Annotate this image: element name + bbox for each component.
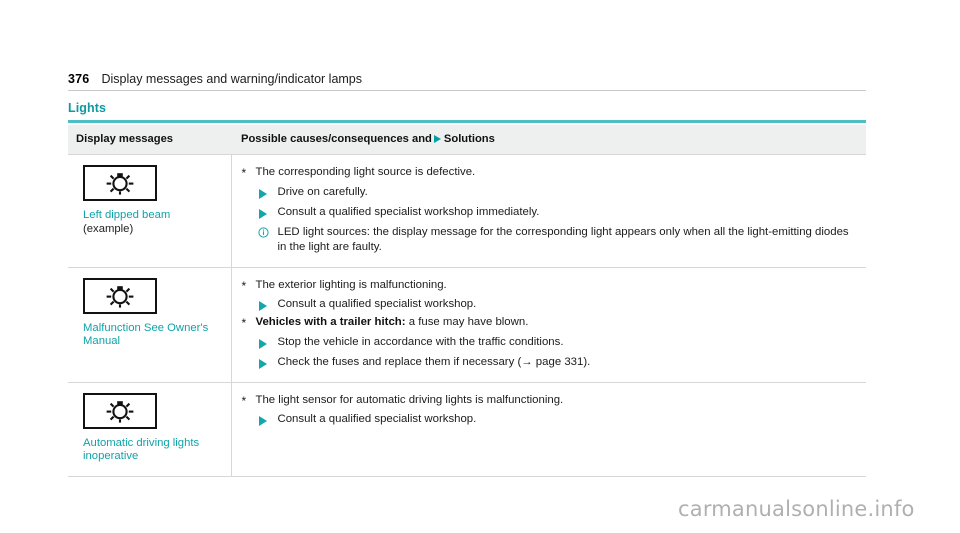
- message-label: Automatic driving lights inoperative: [83, 437, 223, 464]
- solution-step-text: Drive on carefully.: [277, 185, 368, 198]
- solution-step: Check the fuses and replace them if nece…: [256, 354, 857, 371]
- cause-text: a fuse may have blown.: [405, 316, 529, 328]
- cause-bullet-icon: *: [241, 166, 247, 180]
- solution-triangle-icon: [258, 358, 267, 369]
- display-messages-table: Display messages Possible causes/consequ…: [68, 125, 866, 477]
- cause-lead-in: Vehicles with a trailer hitch:: [255, 316, 406, 328]
- solution-step-list: Consult a qualified specialist workshop.: [256, 411, 857, 428]
- cause-text: The light sensor for automatic driving l…: [255, 393, 564, 406]
- solution-step-list: Stop the vehicle in accordance with the …: [256, 334, 857, 371]
- dipped-beam-lamp-icon: [83, 277, 157, 314]
- cause-item: * The corresponding light source is defe…: [242, 164, 857, 256]
- cause-item: * The light sensor for automatic driving…: [242, 392, 857, 429]
- info-note: LED light sources: the display message f…: [256, 225, 857, 256]
- message-icon-cell: Malfunction See Owner's Manual: [68, 266, 232, 383]
- cause-bullet-icon: *: [241, 278, 247, 293]
- cause-text: The corresponding light source is defect…: [255, 166, 476, 178]
- message-label: Malfunction See Owner's Manual: [83, 322, 223, 349]
- message-detail-cell: * The exterior lighting is malfunctionin…: [231, 266, 866, 383]
- solution-triangle-icon: [258, 208, 267, 219]
- solution-step-text: Consult a qualified specialist workshop.: [277, 298, 477, 310]
- page-number: 376: [68, 72, 90, 86]
- message-icon-cell: Automatic driving lights inoperative: [68, 381, 232, 477]
- dipped-beam-lamp-icon: [83, 392, 157, 429]
- table-header-row: Display messages Possible causes/consequ…: [68, 125, 866, 155]
- message-icon-cell: Left dipped beam (example): [68, 154, 232, 268]
- cause-bullet-icon: *: [241, 316, 247, 330]
- solution-step: Stop the vehicle in accordance with the …: [256, 334, 857, 351]
- table-row: Malfunction See Owner's Manual * The ext…: [68, 266, 866, 383]
- header-divider: [68, 90, 866, 91]
- solution-step: Consult a qualified specialist workshop.: [256, 296, 857, 313]
- message-label-suffix: (example): [83, 222, 134, 235]
- cause-bullet-icon: *: [241, 393, 247, 408]
- message-detail-cell: * The corresponding light source is defe…: [231, 154, 866, 268]
- cause-list: * The corresponding light source is defe…: [242, 164, 857, 256]
- section-accent-rule: [68, 120, 866, 123]
- solution-triangle-icon: [258, 338, 267, 349]
- solution-triangle-icon: [258, 188, 267, 199]
- message-label-text: Left dipped beam: [83, 209, 171, 221]
- solution-step-text: Consult a qualified specialist workshop.: [277, 413, 477, 425]
- running-head: 376 Display messages and warning/indicat…: [68, 72, 362, 86]
- cause-text: The exterior lighting is malfunctioning.: [255, 278, 447, 291]
- message-label-text: Automatic driving lights inoperative: [83, 436, 200, 463]
- running-head-title: Display messages and warning/indicator l…: [101, 72, 363, 86]
- solution-step-text: Stop the vehicle in accordance with the …: [277, 335, 564, 348]
- column-header-solutions-text: Solutions: [443, 133, 495, 145]
- solution-step-text: Consult a qualified specialist workshop …: [277, 205, 540, 218]
- column-header-display-messages: Display messages: [68, 125, 231, 155]
- section-title: Lights: [68, 101, 107, 115]
- solution-step-text: Check the fuses and replace them if nece…: [277, 355, 591, 368]
- solution-step: Consult a qualified specialist workshop …: [256, 204, 857, 221]
- dipped-beam-lamp-icon: [83, 165, 157, 201]
- solution-triangle-icon: [258, 301, 267, 311]
- cause-list: * The exterior lighting is malfunctionin…: [242, 277, 857, 371]
- cause-list: * The light sensor for automatic driving…: [242, 392, 857, 429]
- message-label-text: Malfunction See Owner's Manual: [83, 321, 209, 348]
- message-detail-cell: * The light sensor for automatic driving…: [231, 381, 866, 477]
- solution-step-list: Consult a qualified specialist workshop.: [256, 296, 857, 313]
- message-label: Left dipped beam (example): [83, 209, 223, 236]
- solution-step: Drive on carefully.: [256, 184, 857, 201]
- table-row: Automatic driving lights inoperative * T…: [68, 381, 866, 477]
- cause-item: * The exterior lighting is malfunctionin…: [242, 277, 857, 314]
- cause-item: * Vehicles with a trailer hitch: a fuse …: [242, 314, 857, 371]
- solutions-triangle-icon: [433, 134, 441, 143]
- solution-step-list: Drive on carefully. Consult a qualified …: [256, 184, 857, 256]
- table-row: Left dipped beam (example) * The corresp…: [68, 154, 866, 268]
- solution-step: Consult a qualified specialist workshop.: [256, 411, 857, 428]
- info-note-text: LED light sources: the display message f…: [277, 225, 849, 254]
- column-header-causes-text: Possible causes/consequences and: [241, 133, 432, 145]
- info-circle-icon: [257, 226, 269, 244]
- column-header-causes-solutions: Possible causes/consequences and Solution…: [231, 125, 866, 155]
- solution-triangle-icon: [258, 416, 267, 426]
- site-watermark: carmanualsonline.info: [678, 497, 915, 521]
